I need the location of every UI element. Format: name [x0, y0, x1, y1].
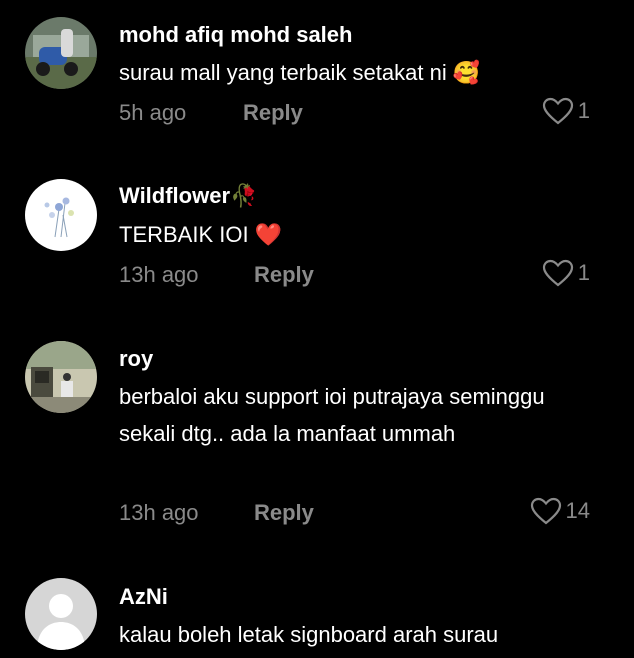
like-button[interactable]: 1 [542, 97, 590, 125]
heart-outline-icon [542, 259, 573, 287]
heart-outline-icon [530, 497, 561, 525]
comment-text: surau mall yang terbaik setakat ni 🥰 [119, 60, 481, 85]
comment-text: berbaloi aku support ioi putrajaya semin… [119, 384, 545, 446]
avatar[interactable] [25, 179, 97, 251]
reply-button[interactable]: Reply [254, 500, 314, 526]
comment-time: 5h ago [119, 100, 187, 125]
avatar[interactable] [25, 341, 97, 413]
comment-username[interactable]: roy [119, 346, 153, 372]
scooter-avatar-icon [25, 17, 97, 89]
building-avatar-icon [25, 341, 97, 413]
like-count: 1 [577, 260, 590, 285]
like-button[interactable]: 1 [542, 259, 590, 287]
comment-text: TERBAIK IOI ❤️ [119, 222, 283, 247]
comment-time: 13h ago [119, 262, 199, 287]
default-user-icon [25, 578, 97, 650]
comment-username[interactable]: AzNi [119, 584, 168, 610]
flower-avatar-icon [25, 179, 97, 251]
comment-time: 13h ago [119, 500, 199, 525]
comment-username[interactable]: mohd afiq mohd saleh [119, 22, 352, 48]
like-button[interactable]: 14 [530, 497, 590, 525]
like-count: 1 [577, 98, 590, 123]
reply-button[interactable]: Reply [254, 262, 314, 288]
like-count: 14 [565, 498, 590, 523]
heart-outline-icon [542, 97, 573, 125]
reply-button[interactable]: Reply [243, 100, 303, 126]
comment-username[interactable]: Wildflower🥀 [119, 183, 257, 209]
comment-text: kalau boleh letak signboard arah surau [119, 622, 499, 647]
avatar[interactable] [25, 17, 97, 89]
avatar[interactable] [25, 578, 97, 650]
